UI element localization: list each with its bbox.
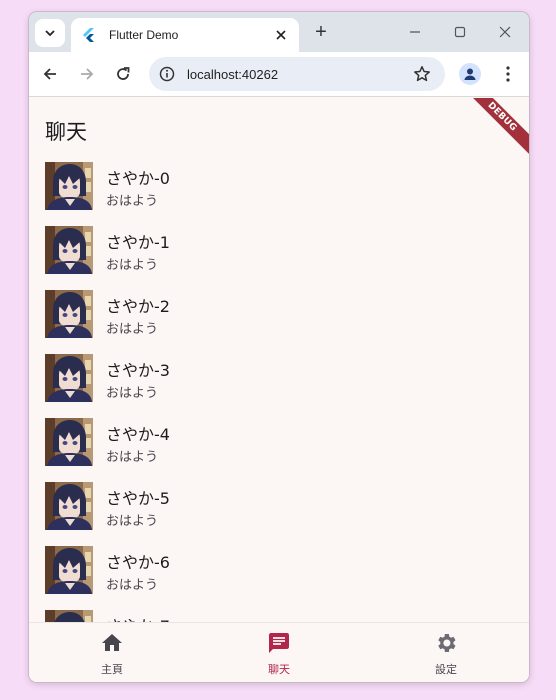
- item-message: おはよう: [106, 514, 159, 529]
- nav-label-home: 主頁: [101, 663, 123, 676]
- nav-label-chat: 聊天: [268, 663, 290, 676]
- item-name: さやか-0: [106, 169, 170, 188]
- chat-icon: [269, 633, 289, 653]
- item-message: おはよう: [106, 258, 159, 273]
- nav-item-chat[interactable]: 聊天: [196, 623, 362, 682]
- item-message: おはよう: [106, 450, 159, 465]
- item-name: さやか-3: [106, 361, 170, 380]
- item-name: さやか-5: [106, 489, 170, 508]
- settings-icon: [438, 634, 456, 652]
- item-name: さやか-4: [106, 425, 170, 444]
- tab-close-icon[interactable]: [271, 25, 291, 45]
- list-item[interactable]: さやか-5 おはよう: [29, 480, 529, 544]
- item-name: さやか-1: [106, 233, 170, 252]
- browser-tab[interactable]: Flutter Demo: [71, 18, 299, 52]
- item-message: おはよう: [106, 194, 159, 209]
- nav-item-settings[interactable]: 設定: [363, 623, 529, 682]
- item-message: おはよう: [106, 322, 159, 337]
- browser-toolbar: localhost:40262: [29, 52, 529, 97]
- profile-avatar-icon[interactable]: [459, 63, 481, 85]
- forward-icon[interactable]: [76, 63, 98, 85]
- nav-label-settings: 設定: [435, 663, 457, 676]
- list-item[interactable]: さやか-0 おはよう: [29, 160, 529, 224]
- avatar: [45, 290, 93, 338]
- bottom-navigation: 主頁 聊天 設定: [29, 622, 529, 682]
- flutter-icon: [81, 27, 97, 43]
- item-message: おはよう: [106, 578, 159, 593]
- minimize-icon[interactable]: [403, 22, 427, 42]
- maximize-icon[interactable]: [448, 22, 472, 42]
- list-item[interactable]: さやか-4 おはよう: [29, 416, 529, 480]
- item-message: おはよう: [106, 386, 159, 401]
- bookmark-star-icon[interactable]: [411, 63, 433, 85]
- item-name: さやか-2: [106, 297, 170, 316]
- avatar: [45, 354, 93, 402]
- avatar: [45, 546, 93, 594]
- debug-banner: DEBUG: [458, 98, 529, 161]
- close-window-icon[interactable]: [493, 22, 517, 42]
- list-item[interactable]: さやか-3 おはよう: [29, 352, 529, 416]
- tab-strip: Flutter Demo +: [29, 12, 529, 52]
- list-item[interactable]: さやか-2 おはよう: [29, 288, 529, 352]
- kebab-menu-icon[interactable]: [497, 63, 519, 85]
- tab-title: Flutter Demo: [109, 28, 179, 42]
- flutter-app: 聊天 DEBUG さやか-0 おはよう さやか-1 おはよう さやか-2 おはよう さやか-…: [29, 98, 529, 682]
- avatar: [45, 162, 93, 210]
- browser-window: Flutter Demo + localhost:40262 聊天 DEBUG …: [29, 12, 529, 682]
- url-text: localhost:40262: [187, 66, 279, 82]
- back-icon[interactable]: [39, 63, 61, 85]
- avatar: [45, 226, 93, 274]
- site-info-icon[interactable]: [159, 66, 175, 82]
- chat-list[interactable]: さやか-0 おはよう さやか-1 おはよう さやか-2 おはよう さやか-3 おはよう さやか-…: [29, 160, 529, 672]
- tab-search-button[interactable]: [35, 19, 65, 47]
- nav-item-home[interactable]: 主頁: [29, 623, 195, 682]
- avatar: [45, 482, 93, 530]
- page-title: 聊天: [45, 120, 87, 144]
- chevron-down-icon: [45, 30, 55, 37]
- address-bar[interactable]: localhost:40262: [149, 57, 445, 91]
- list-item[interactable]: さやか-6 おはよう: [29, 544, 529, 608]
- new-tab-button[interactable]: +: [311, 21, 331, 43]
- item-name: さやか-6: [106, 553, 170, 572]
- avatar: [45, 418, 93, 466]
- reload-icon[interactable]: [112, 63, 134, 85]
- home-icon: [102, 634, 122, 651]
- list-item[interactable]: さやか-1 おはよう: [29, 224, 529, 288]
